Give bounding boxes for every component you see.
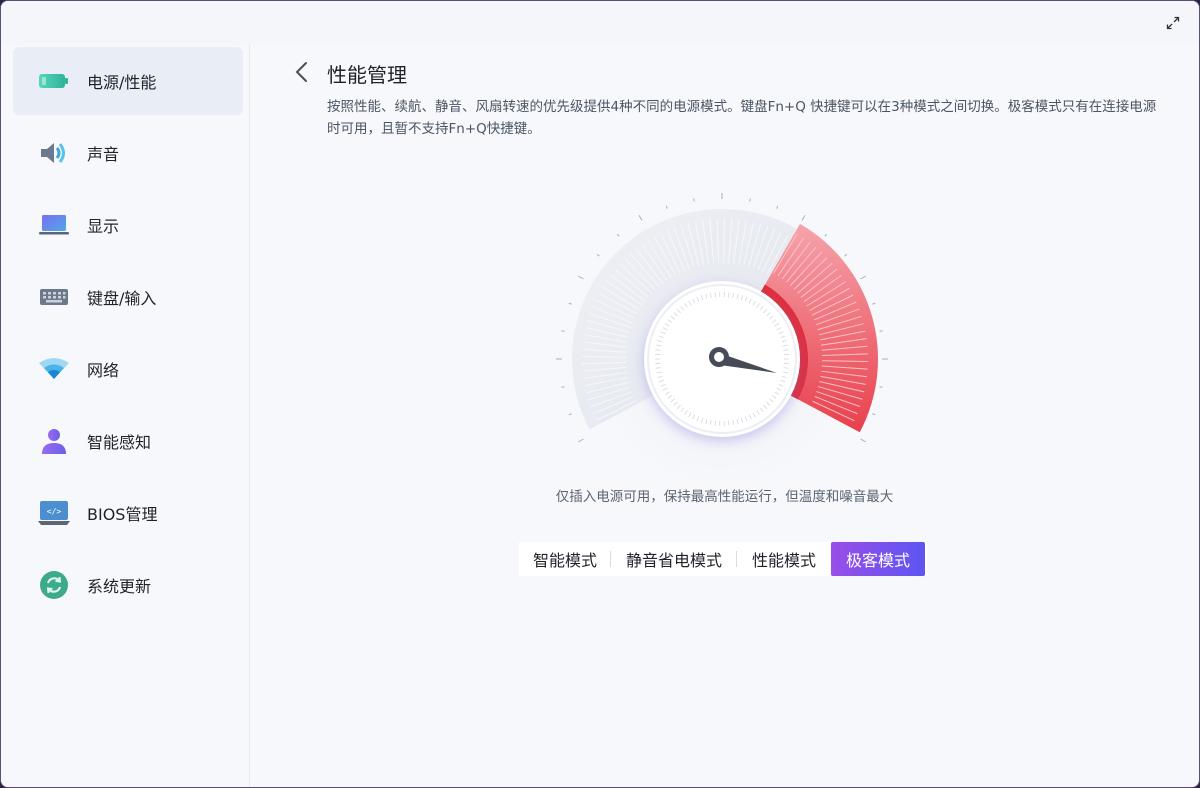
laptop-display-icon — [37, 210, 71, 240]
mode-smart-button[interactable]: 智能模式 — [519, 542, 611, 576]
gauge-outer-tick — [844, 253, 848, 257]
gauge-outer-tick — [616, 233, 620, 237]
sidebar-item-label: 显示 — [87, 217, 120, 236]
title-bar — [1, 1, 1199, 45]
sidebar: 电源/性能 声音 显示 键盘/输入 网络 智能感知 </> BIOS管理 系统更… — [1, 45, 250, 787]
gauge-outer-tick — [577, 275, 584, 280]
gauge-outer-tick — [860, 438, 867, 443]
sidebar-item-keyboard[interactable]: 键盘/输入 — [13, 263, 243, 331]
gauge-outer-tick — [879, 386, 883, 388]
gauge-outer-tick — [577, 438, 584, 443]
gauge-outer-tick — [665, 205, 668, 209]
gauge-inner-tick — [714, 420, 716, 426]
sidebar-item-network[interactable]: 网络 — [13, 335, 243, 403]
bios-code-icon: </> — [37, 498, 71, 528]
page-description: 按照性能、续航、静音、风扇转速的优先级提供4种不同的电源模式。键盘Fn+Q 快捷… — [327, 99, 1157, 137]
performance-gauge — [556, 193, 888, 509]
gauge-outer-tick — [596, 253, 600, 257]
battery-icon — [37, 66, 71, 96]
mode-description: 仅插入电源可用，保持最高性能运行，但温度和噪音最大 — [555, 489, 894, 505]
gauge-outer-tick — [749, 198, 751, 202]
gauge-outer-tick — [872, 302, 876, 305]
page-title: 性能管理 — [327, 63, 407, 87]
gauge-outer-tick — [638, 214, 643, 221]
mode-selector: 智能模式 静音省电模式 性能模式 极客模式 — [519, 542, 927, 576]
mode-geek-button[interactable]: 极客模式 — [831, 542, 925, 576]
sidebar-item-label: 网络 — [87, 361, 120, 380]
sidebar-item-sound[interactable]: 声音 — [13, 119, 243, 187]
gauge-outer-tick — [561, 386, 565, 388]
gauge-outer-tick — [568, 413, 572, 416]
settings-window: 电源/性能 声音 显示 键盘/输入 网络 智能感知 </> BIOS管理 系统更… — [0, 0, 1200, 788]
gauge-inner-tick — [728, 292, 730, 298]
main-content: 性能管理 按照性能、续航、静音、风扇转速的优先级提供4种不同的电源模式。键盘Fn… — [250, 45, 1199, 787]
expand-icon[interactable] — [1165, 15, 1181, 31]
gauge-outer-tick — [879, 330, 883, 332]
sidebar-item-label: 键盘/输入 — [87, 289, 157, 308]
gauge-outer-tick — [801, 214, 806, 221]
sidebar-item-bios[interactable]: </> BIOS管理 — [13, 479, 243, 547]
sidebar-item-label: 智能感知 — [87, 433, 152, 452]
gauge-outer-tick — [872, 413, 876, 416]
sidebar-item-smart-sensing[interactable]: 智能感知 — [13, 407, 243, 475]
person-icon — [37, 426, 71, 456]
gauge-outer-tick — [693, 198, 695, 202]
sidebar-item-label: 系统更新 — [87, 577, 152, 596]
wifi-icon — [37, 354, 71, 384]
gauge-outer-tick — [824, 233, 828, 237]
svg-text:</>: </> — [47, 507, 62, 516]
sidebar-item-label: 电源/性能 — [87, 73, 157, 92]
sidebar-item-system-update[interactable]: 系统更新 — [13, 551, 243, 619]
mode-quiet-button[interactable]: 静音省电模式 — [611, 542, 737, 576]
mode-performance-button[interactable]: 性能模式 — [737, 542, 831, 576]
speaker-icon — [37, 138, 71, 168]
refresh-icon — [37, 570, 71, 600]
gauge-outer-tick — [568, 302, 572, 305]
gauge-inner-tick — [728, 420, 730, 426]
sidebar-item-display[interactable]: 显示 — [13, 191, 243, 259]
sidebar-item-label: 声音 — [87, 145, 120, 164]
gauge-outer-tick — [561, 330, 565, 332]
gauge-outer-tick — [776, 205, 779, 209]
sidebar-item-power[interactable]: 电源/性能 — [13, 47, 243, 115]
back-arrow-icon[interactable] — [290, 59, 314, 85]
keyboard-icon — [37, 282, 71, 312]
sidebar-item-label: BIOS管理 — [87, 505, 158, 524]
gauge-outer-tick — [860, 275, 867, 280]
gauge-inner-tick — [714, 292, 716, 298]
